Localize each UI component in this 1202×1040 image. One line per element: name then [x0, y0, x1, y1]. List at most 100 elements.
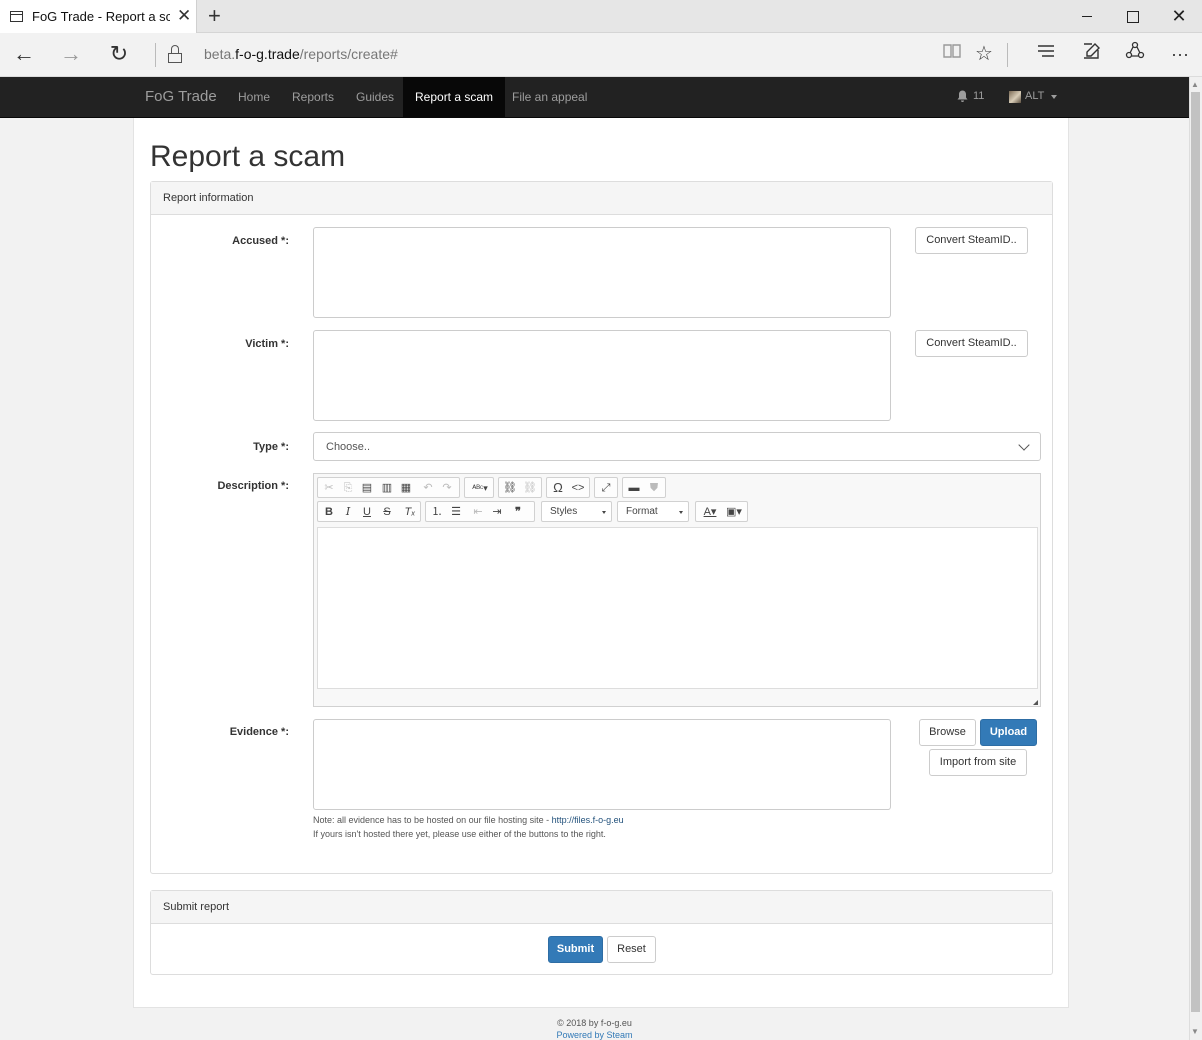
- cut-icon[interactable]: ✂: [321, 480, 337, 496]
- reading-view-icon[interactable]: [937, 41, 967, 69]
- evidence-input[interactable]: [313, 719, 891, 810]
- format-dropdown[interactable]: Format: [617, 501, 689, 522]
- page-icon: [10, 11, 23, 22]
- import-from-site-button[interactable]: Import from site: [929, 749, 1027, 776]
- main-container: Report a scam Report information Accused…: [133, 118, 1069, 1008]
- hub-icon[interactable]: [1031, 41, 1061, 69]
- numbered-list-icon[interactable]: ⒈: [429, 504, 445, 520]
- link-icon[interactable]: ⛓: [502, 480, 518, 496]
- site-footer: © 2018 by f-o-g.eu Powered by Steam: [0, 1018, 1189, 1040]
- chevron-down-icon: [1018, 439, 1030, 451]
- submit-button[interactable]: Submit: [548, 936, 603, 963]
- back-icon[interactable]: ←: [9, 41, 39, 69]
- clipboard-toolbar-group: ✂ ⎘ ▤ ▥ ▦ ↶ ↷: [317, 477, 460, 498]
- special-char-icon[interactable]: Ω: [550, 480, 566, 496]
- styles-dropdown[interactable]: Styles: [541, 501, 612, 522]
- description-input[interactable]: [317, 527, 1038, 689]
- source-code-icon[interactable]: <>: [570, 480, 586, 496]
- convert-steamid-button-victim[interactable]: Convert SteamID..: [915, 330, 1028, 357]
- notification-count[interactable]: 11: [973, 90, 984, 102]
- description-editor: ✂ ⎘ ▤ ▥ ▦ ↶ ↷ ᴬᴮᶜ▾ ⛓ ⛓ Ω <> ⤢ ▬ ⛊ B I U …: [313, 473, 1041, 707]
- strikethrough-icon[interactable]: S: [379, 504, 395, 520]
- maximize-toolbar-group: ⤢: [594, 477, 618, 498]
- maximize-icon[interactable]: [1110, 0, 1156, 33]
- browse-button[interactable]: Browse: [919, 719, 976, 746]
- web-note-icon[interactable]: [1076, 41, 1106, 69]
- horizontal-rule-icon[interactable]: ▬: [626, 480, 642, 496]
- scrollbar-thumb[interactable]: [1191, 92, 1200, 1012]
- browser-tab-bar: FoG Trade - Report a scam ✕ + ✕: [0, 0, 1202, 33]
- victim-input[interactable]: [313, 330, 891, 421]
- nav-report-a-scam[interactable]: Report a scam: [403, 77, 506, 117]
- paste-icon[interactable]: ▤: [359, 480, 375, 496]
- url-field[interactable]: beta.f-o-g.trade/reports/create#: [204, 46, 398, 62]
- italic-icon[interactable]: I: [340, 504, 356, 520]
- user-menu[interactable]: ALT: [1025, 90, 1044, 102]
- background-color-icon[interactable]: ▣▾: [723, 504, 745, 520]
- panel-heading: Submit report: [151, 891, 1052, 924]
- text-color-icon[interactable]: A▾: [699, 504, 721, 520]
- browser-tab[interactable]: FoG Trade - Report a scam ✕: [0, 0, 197, 33]
- type-select[interactable]: Choose..: [313, 432, 1041, 461]
- bell-icon[interactable]: [957, 90, 970, 104]
- avatar[interactable]: [1009, 91, 1021, 103]
- paste-word-icon[interactable]: ▦: [398, 480, 414, 496]
- evidence-note-secondary: If yours isn't hosted there yet, please …: [313, 829, 606, 839]
- bulleted-list-icon[interactable]: ☰: [448, 504, 464, 520]
- favorite-star-icon[interactable]: ☆: [969, 41, 999, 69]
- reset-button[interactable]: Reset: [607, 936, 656, 963]
- page-title: Report a scam: [150, 140, 346, 173]
- maximize-editor-icon[interactable]: ⤢: [598, 480, 614, 496]
- link-toolbar-group: ⛓ ⛓: [498, 477, 542, 498]
- nav-guides[interactable]: Guides: [344, 77, 406, 117]
- lock-icon[interactable]: [168, 45, 182, 64]
- shield-icon[interactable]: ⛊: [646, 480, 662, 496]
- share-icon[interactable]: [1120, 41, 1150, 69]
- divider: [1007, 43, 1008, 67]
- scroll-down-icon[interactable]: ▼: [1191, 1027, 1199, 1036]
- caret-down-icon[interactable]: [1051, 95, 1057, 99]
- close-window-icon[interactable]: ✕: [1156, 0, 1202, 33]
- bold-icon[interactable]: B: [321, 504, 337, 520]
- site-brand[interactable]: FoG Trade: [145, 88, 217, 105]
- submit-report-panel: Submit report Submit Reset: [150, 890, 1053, 975]
- description-label: Description *:: [217, 480, 289, 492]
- file-hosting-link[interactable]: http://files.f-o-g.eu: [552, 815, 624, 825]
- underline-icon[interactable]: U: [359, 504, 375, 520]
- copyright-text: © 2018 by f-o-g.eu: [557, 1018, 632, 1028]
- paste-text-icon[interactable]: ▥: [379, 480, 395, 496]
- more-icon[interactable]: ···: [1165, 41, 1195, 69]
- blockquote-icon[interactable]: ❞: [510, 504, 526, 520]
- powered-by-steam-link[interactable]: Powered by Steam: [0, 1030, 1189, 1040]
- evidence-note: Note: all evidence has to be hosted on o…: [313, 815, 624, 825]
- nav-file-an-appeal[interactable]: File an appeal: [500, 77, 599, 117]
- refresh-icon[interactable]: ↻: [104, 41, 134, 69]
- resize-handle-icon[interactable]: [1033, 700, 1038, 705]
- outdent-icon[interactable]: ⇤: [470, 504, 486, 520]
- insert-toolbar-group: Ω <>: [546, 477, 590, 498]
- spellcheck-icon[interactable]: ᴬᴮᶜ▾: [468, 480, 492, 496]
- forward-icon[interactable]: →: [56, 41, 86, 69]
- panel-heading: Report information: [151, 182, 1052, 215]
- report-information-panel: Report information Accused *: Convert St…: [150, 181, 1053, 874]
- scroll-up-icon[interactable]: ▲: [1191, 80, 1199, 89]
- indent-icon[interactable]: ⇥: [489, 504, 505, 520]
- nav-reports[interactable]: Reports: [280, 77, 346, 117]
- nav-home[interactable]: Home: [226, 77, 282, 117]
- undo-icon[interactable]: ↶: [420, 480, 436, 496]
- tab-title: FoG Trade - Report a scam: [32, 9, 170, 24]
- accused-input[interactable]: [313, 227, 891, 318]
- address-bar: ← → ↻ beta.f-o-g.trade/reports/create# ☆…: [0, 33, 1202, 77]
- victim-label: Victim *:: [245, 338, 289, 350]
- minimize-icon[interactable]: [1064, 0, 1110, 33]
- copy-icon[interactable]: ⎘: [340, 480, 356, 496]
- redo-icon[interactable]: ↷: [439, 480, 455, 496]
- new-tab-icon[interactable]: +: [208, 4, 221, 28]
- convert-steamid-button-accused[interactable]: Convert SteamID..: [915, 227, 1028, 254]
- remove-format-icon[interactable]: Tₓ: [402, 504, 418, 520]
- color-toolbar-group: A▾ ▣▾: [695, 501, 748, 522]
- accused-label: Accused *:: [232, 235, 289, 247]
- upload-button[interactable]: Upload: [980, 719, 1037, 746]
- close-tab-icon[interactable]: ✕: [177, 7, 191, 25]
- unlink-icon[interactable]: ⛓: [522, 480, 538, 496]
